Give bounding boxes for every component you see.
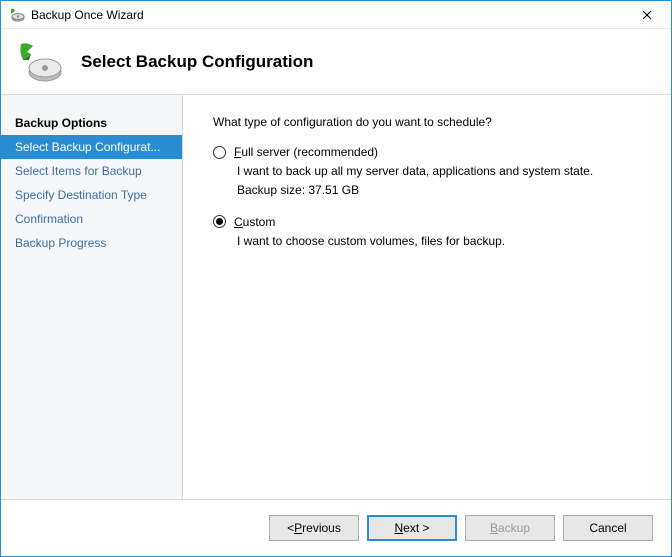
wizard-icon [15,38,63,86]
sidebar-item-select-configuration[interactable]: Select Backup Configurat... [1,135,182,159]
option-custom-label: Custom [234,215,275,229]
radio-full-server[interactable] [213,146,226,159]
option-custom[interactable]: Custom I want to choose custom volumes, … [213,215,645,250]
option-custom-desc: I want to choose custom volumes, files f… [237,233,645,250]
wizard-header: Select Backup Configuration [1,29,671,95]
sidebar-item-destination-type[interactable]: Specify Destination Type [1,183,182,207]
question-text: What type of configuration do you want t… [213,115,645,129]
radio-custom[interactable] [213,215,226,228]
sidebar-item-confirmation[interactable]: Confirmation [1,207,182,231]
wizard-footer: < Previous Next > Backup Cancel [1,499,671,555]
cancel-button[interactable]: Cancel [563,515,653,541]
close-button[interactable] [627,4,667,26]
content-panel: What type of configuration do you want t… [183,95,671,499]
page-title: Select Backup Configuration [81,52,313,72]
sidebar-item-backup-options[interactable]: Backup Options [1,111,182,135]
option-full-server[interactable]: Full server (recommended) I want to back… [213,145,645,197]
option-full-server-label: Full server (recommended) [234,145,378,159]
window-title: Backup Once Wizard [31,8,627,22]
backup-size-label: Backup size: 37.51 GB [237,183,645,197]
sidebar-item-select-items[interactable]: Select Items for Backup [1,159,182,183]
backup-button: Backup [465,515,555,541]
wizard-body: Backup Options Select Backup Configurat.… [1,95,671,499]
app-icon [9,7,25,23]
previous-button[interactable]: < Previous [269,515,359,541]
steps-sidebar: Backup Options Select Backup Configurat.… [1,95,183,499]
titlebar: Backup Once Wizard [1,1,671,29]
option-full-server-desc: I want to back up all my server data, ap… [237,163,645,180]
sidebar-item-backup-progress[interactable]: Backup Progress [1,231,182,255]
next-button[interactable]: Next > [367,515,457,541]
